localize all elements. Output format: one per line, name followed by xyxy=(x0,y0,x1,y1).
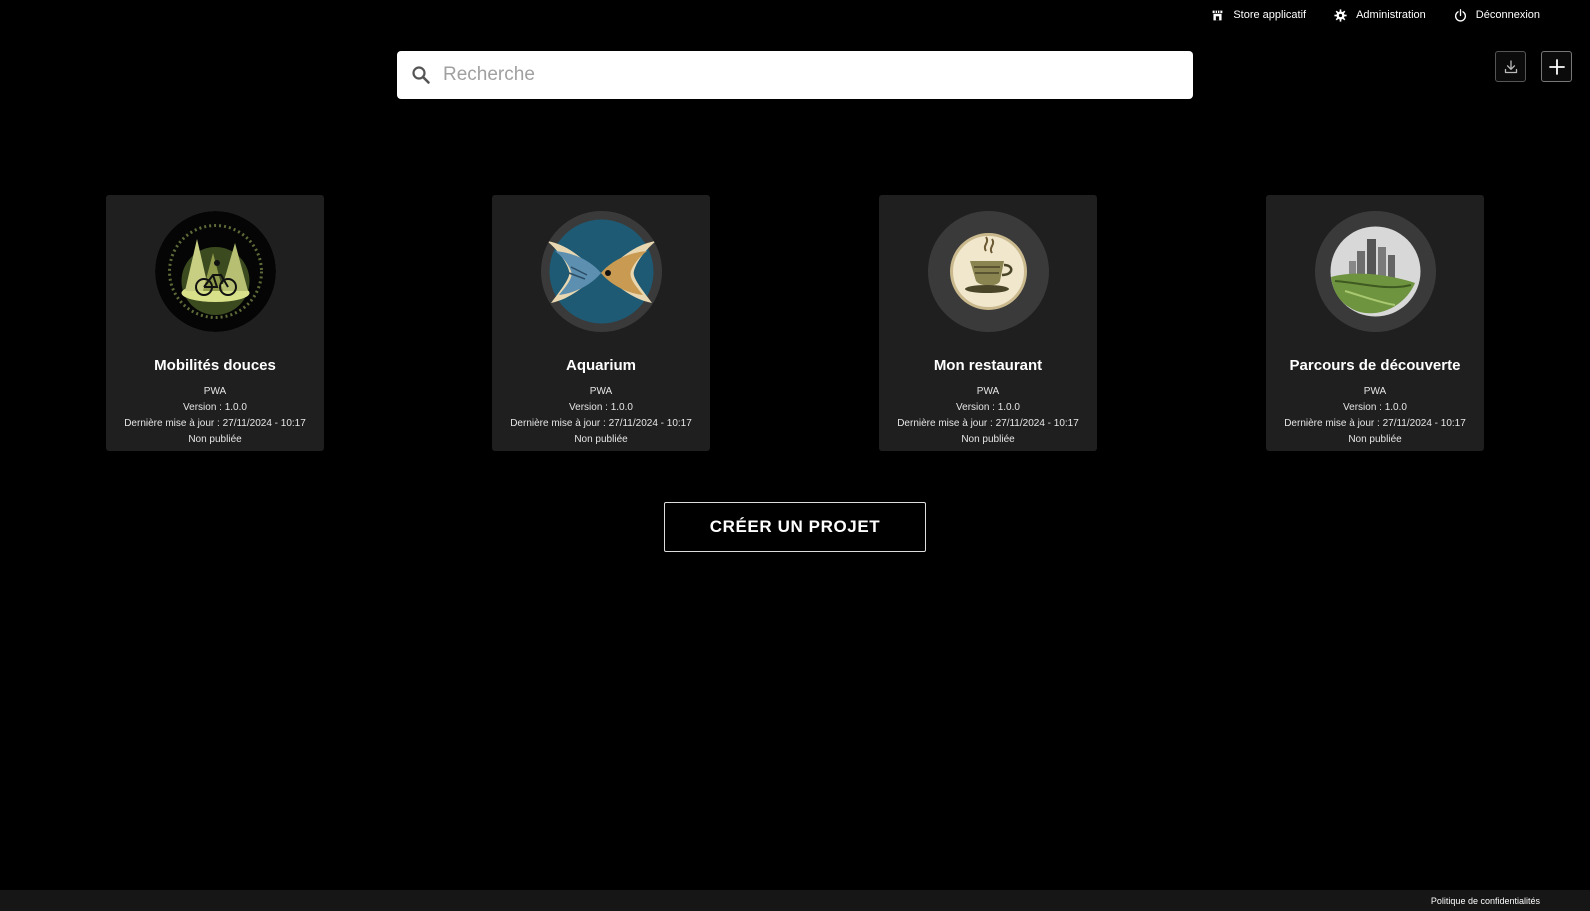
project-meta: PWA Version : 1.0.0 Dernière mise à jour… xyxy=(1284,384,1466,448)
project-type: PWA xyxy=(589,386,613,397)
coffee-cup-logo xyxy=(927,211,1049,332)
project-title: Mobilités douces xyxy=(154,357,276,374)
fish-logo xyxy=(540,211,662,332)
project-meta: PWA Version : 1.0.0 Dernière mise à jour… xyxy=(510,384,692,448)
import-button[interactable] xyxy=(1495,51,1526,82)
administration-link[interactable]: Administration xyxy=(1334,8,1426,22)
administration-label: Administration xyxy=(1356,9,1426,21)
project-grid: Mobilités douces PWA Version : 1.0.0 Der… xyxy=(0,195,1590,451)
project-status: Non publiée xyxy=(1348,434,1402,445)
project-meta: PWA Version : 1.0.0 Dernière mise à jour… xyxy=(124,384,306,448)
project-updated: Dernière mise à jour : 27/11/2024 - 10:1… xyxy=(510,418,692,429)
project-type: PWA xyxy=(1363,386,1387,397)
power-icon xyxy=(1454,8,1466,22)
project-updated: Dernière mise à jour : 27/11/2024 - 10:1… xyxy=(1284,418,1466,429)
logout-label: Déconnexion xyxy=(1475,9,1540,21)
project-version: Version : 1.0.0 xyxy=(183,402,247,413)
plus-icon xyxy=(1548,58,1565,75)
project-title: Mon restaurant xyxy=(933,357,1043,374)
search-icon xyxy=(412,66,430,84)
project-card[interactable]: Mobilités douces PWA Version : 1.0.0 Der… xyxy=(106,195,324,451)
store-icon xyxy=(1212,10,1223,20)
city-leaf-logo xyxy=(1314,211,1436,332)
project-card[interactable]: Parcours de découverte PWA Version : 1.0… xyxy=(1266,195,1484,451)
logout-link[interactable]: Déconnexion xyxy=(1454,8,1540,22)
project-meta: PWA Version : 1.0.0 Dernière mise à jour… xyxy=(897,384,1079,448)
project-type: PWA xyxy=(976,386,1000,397)
project-card[interactable]: Aquarium PWA Version : 1.0.0 Dernière mi… xyxy=(492,195,710,451)
store-link[interactable]: Store applicatif xyxy=(1211,9,1306,22)
project-updated: Dernière mise à jour : 27/11/2024 - 10:1… xyxy=(897,418,1079,429)
project-version: Version : 1.0.0 xyxy=(1343,402,1407,413)
gear-icon xyxy=(1334,8,1347,22)
project-status: Non publiée xyxy=(961,434,1015,445)
project-version: Version : 1.0.0 xyxy=(569,402,633,413)
project-updated: Dernière mise à jour : 27/11/2024 - 10:1… xyxy=(124,418,306,429)
add-project-button[interactable] xyxy=(1541,51,1572,82)
project-title: Parcours de découverte xyxy=(1289,357,1461,374)
project-title: Aquarium xyxy=(565,357,636,374)
footer: Politique de confidentialités xyxy=(0,890,1590,911)
search-bar xyxy=(397,51,1193,99)
project-card[interactable]: Mon restaurant PWA Version : 1.0.0 Derni… xyxy=(879,195,1097,451)
bicycle-forest-logo xyxy=(154,211,276,332)
download-icon xyxy=(1504,59,1517,73)
search-input[interactable] xyxy=(443,64,1143,86)
top-navigation: Store applicatif Administration Déconnex… xyxy=(1211,0,1540,30)
store-label: Store applicatif xyxy=(1233,9,1307,21)
project-type: PWA xyxy=(203,386,227,397)
privacy-policy-link[interactable]: Politique de confidentialités xyxy=(1431,896,1540,906)
project-status: Non publiée xyxy=(188,434,242,445)
project-status: Non publiée xyxy=(574,434,628,445)
create-project-button[interactable]: CRÉER UN PROJET xyxy=(664,502,926,552)
project-version: Version : 1.0.0 xyxy=(956,402,1020,413)
